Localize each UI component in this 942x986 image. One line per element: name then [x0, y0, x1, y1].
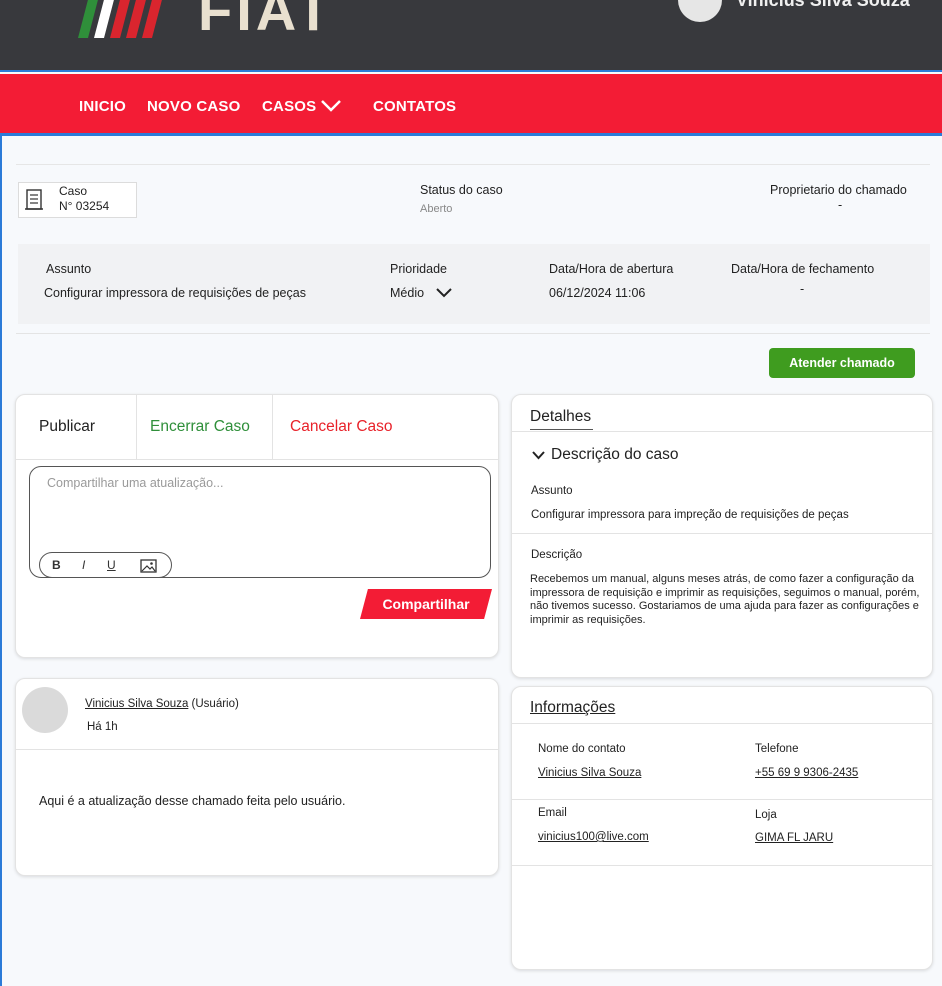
details-subject-value: Configurar impressora para impreção de r…: [531, 509, 849, 521]
attend-case-button[interactable]: Atender chamado: [769, 348, 915, 378]
italic-button[interactable]: I: [82, 558, 85, 572]
case-badge: Caso N° 03254: [18, 182, 137, 218]
case-info-band: [18, 244, 930, 324]
subject-label: Assunto: [46, 262, 92, 276]
informacoes-divider: [512, 723, 932, 724]
close-date-value: -: [800, 282, 805, 296]
store-link[interactable]: GIMA FL JARU: [755, 832, 833, 844]
details-divider: [512, 431, 932, 432]
phone-label: Telefone: [755, 743, 799, 755]
divider: [16, 333, 930, 334]
post-body: Aqui é a atualização desse chamado feita…: [39, 794, 346, 808]
description-section-toggle[interactable]: Descrição do caso: [551, 446, 679, 464]
share-button[interactable]: Compartilhar: [360, 589, 492, 619]
priority-select[interactable]: Médio: [390, 286, 424, 300]
informacoes-title: Informações: [530, 699, 616, 716]
case-number: N° 03254: [59, 199, 110, 213]
informacoes-divider: [512, 865, 932, 866]
chevron-down-icon[interactable]: [320, 100, 342, 112]
tab-cancelar-caso[interactable]: Cancelar Caso: [290, 395, 393, 459]
post-avatar: [22, 687, 68, 733]
tab-publicar[interactable]: Publicar: [39, 395, 95, 459]
post-header: Vinicius Silva Souza (Usuário): [85, 698, 239, 710]
nav-inicio[interactable]: INICIO: [79, 98, 126, 115]
nav-casos[interactable]: CASOS: [262, 98, 316, 115]
phone-link[interactable]: +55 69 9 9306-2435: [755, 767, 858, 779]
nav-novo-caso[interactable]: NOVO CASO: [147, 98, 240, 115]
logo-stripes-icon: [78, 0, 162, 38]
logo-text: FIAT: [198, 0, 335, 42]
details-title: Detalhes: [530, 408, 592, 425]
priority-chevron-down-icon[interactable]: [436, 288, 452, 298]
case-label: Caso: [59, 184, 88, 198]
email-link[interactable]: vinicius100@live.com: [538, 831, 649, 843]
post-divider: [16, 749, 498, 750]
open-date-label: Data/Hora de abertura: [549, 262, 674, 276]
bold-button[interactable]: B: [52, 558, 61, 572]
details-divider: [512, 533, 932, 534]
underline-button[interactable]: U: [107, 558, 116, 572]
nav-contatos[interactable]: CONTATOS: [373, 98, 456, 115]
priority-label: Prioridade: [390, 262, 447, 276]
informacoes-divider: [512, 799, 932, 800]
email-label: Email: [538, 807, 567, 819]
top-header: FIAT Vinicius Silva Souza: [0, 0, 942, 72]
receipt-icon: [25, 189, 43, 210]
image-icon[interactable]: [140, 559, 157, 573]
contact-name-link[interactable]: Vinicius Silva Souza: [538, 767, 641, 779]
tab-encerrar-caso[interactable]: Encerrar Caso: [150, 395, 250, 459]
owner-label: Proprietario do chamado: [770, 183, 907, 197]
update-placeholder: Compartilhar uma atualização...: [47, 476, 224, 490]
details-title-underline: [530, 429, 593, 430]
details-subject-label: Assunto: [531, 485, 573, 497]
store-label: Loja: [755, 809, 777, 821]
post-author-link[interactable]: Vinicius Silva Souza: [85, 698, 188, 710]
open-date-value: 06/12/2024 11:06: [549, 286, 646, 300]
status-value: Aberto: [420, 203, 453, 215]
subject-value: Configurar impressora de requisições de …: [44, 286, 306, 300]
post-author-role: (Usuário): [191, 698, 239, 710]
chevron-down-icon[interactable]: [532, 451, 545, 460]
contact-name-label: Nome do contato: [538, 743, 626, 755]
post-time: Há 1h: [87, 721, 118, 733]
user-avatar[interactable]: [678, 0, 722, 22]
tab-divider: [136, 395, 137, 459]
owner-value: -: [838, 198, 843, 212]
details-card: Detalhes Descrição do caso Assunto Confi…: [511, 394, 933, 678]
tabs-divider: [16, 459, 498, 460]
details-description-value: Recebemos um manual, alguns meses atrás,…: [530, 573, 920, 626]
tab-divider: [272, 395, 273, 459]
main-nav: INICIO NOVO CASO CASOS CONTATOS: [0, 74, 942, 136]
post-card: Vinicius Silva Souza (Usuário) Há 1h Aqu…: [15, 678, 499, 876]
user-name[interactable]: Vinicius Silva Souza: [736, 0, 910, 11]
case-header: [16, 164, 930, 245]
format-toolbar: B I U: [39, 552, 172, 578]
frame-border: [0, 136, 2, 986]
details-description-label: Descrição: [531, 549, 583, 561]
informacoes-card: Informações Nome do contato Vinicius Sil…: [511, 686, 933, 970]
status-label: Status do caso: [420, 183, 503, 197]
close-date-label: Data/Hora de fechamento: [731, 262, 875, 276]
